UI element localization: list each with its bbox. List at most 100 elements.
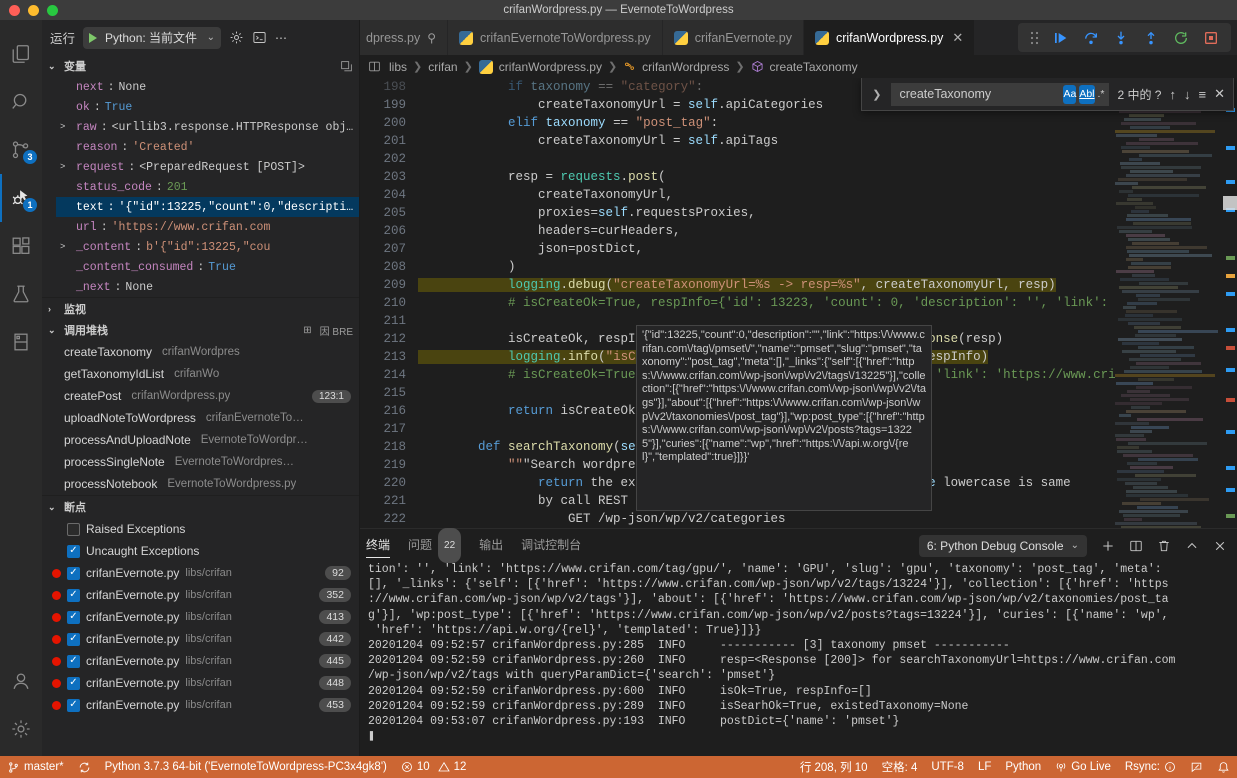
variable-row[interactable]: > _content: b'{"id":13225,"cou (56, 237, 359, 257)
status-branch[interactable]: master* (0, 756, 71, 778)
breakpoint-row[interactable]: crifanEvernote.py libs/crifan 442 (42, 628, 359, 650)
variable-row[interactable]: next: None (56, 77, 359, 97)
status-eol[interactable]: LF (971, 756, 998, 778)
panel-tab[interactable]: 问题 22 (408, 528, 462, 563)
breakpoint-checkbox[interactable] (67, 544, 80, 558)
close-find-icon[interactable]: ✕ (1214, 86, 1225, 102)
code-editor[interactable]: 198 199 200 201 202 203 204 205 206 207 208 209 210 2… (360, 78, 1237, 528)
variable-row[interactable]: _next: None (56, 277, 359, 297)
breadcrumb-item-2[interactable]: crifanWordpress.py (499, 60, 602, 74)
pin-icon[interactable]: ⚲ (427, 31, 436, 45)
variable-row[interactable]: > request: <PreparedRequest [POST]> (56, 157, 359, 177)
open-debug-console-icon[interactable] (252, 30, 267, 45)
chevron-down-icon[interactable]: ⌄ (207, 32, 215, 43)
editor-tab[interactable]: crifanEvernote.py (662, 20, 804, 55)
new-terminal-icon[interactable] (1101, 539, 1115, 553)
callstack-row[interactable]: processAndUploadNote EvernoteToWordpr… (42, 429, 359, 451)
callstack-list[interactable]: createTaxonomy crifanWordpres getTaxonomyI… (42, 341, 359, 495)
match-case-icon[interactable]: Aa (1063, 84, 1077, 104)
drag-handle-icon[interactable] (1030, 31, 1039, 45)
editor-tab[interactable]: dpress.py ⚲ (360, 20, 448, 55)
window-controls[interactable] (0, 4, 58, 16)
breakpoint-row[interactable]: crifanEvernote.py libs/crifan 352 (42, 584, 359, 606)
testing-icon[interactable] (0, 270, 42, 318)
continue-icon[interactable] (1053, 30, 1069, 46)
breakpoint-checkbox[interactable] (67, 588, 80, 602)
breakpoint-row[interactable]: Uncaught Exceptions (42, 540, 359, 562)
expand-twisty-icon[interactable]: > (60, 242, 72, 252)
restart-icon[interactable] (1173, 30, 1189, 46)
search-icon[interactable] (0, 78, 42, 126)
stop-icon[interactable] (1203, 30, 1219, 46)
split-terminal-icon[interactable] (1129, 539, 1143, 553)
start-debug-icon[interactable] (89, 32, 98, 43)
panel-tab[interactable]: 终端 (366, 529, 391, 562)
settings-gear-icon[interactable] (0, 708, 42, 756)
callstack-row[interactable]: createTaxonomy crifanWordpres (42, 341, 359, 363)
callstack-row[interactable]: getTaxonomyIdList crifanWo (42, 363, 359, 385)
toggle-replace-icon[interactable]: ❯ (870, 88, 883, 101)
variable-row[interactable]: text: '{"id":13225,"count":0,"descripti… (56, 197, 359, 217)
breakpoint-checkbox[interactable] (67, 522, 80, 536)
status-language[interactable]: Python (998, 756, 1048, 778)
breakpoint-row[interactable]: Raised Exceptions (42, 518, 359, 540)
terminal-output[interactable]: tion': '', 'link': 'https://www.crifan.c… (360, 562, 1237, 756)
split-editor-icon[interactable] (368, 60, 381, 73)
variables-list[interactable]: next: None ok: True > raw: <urllib3.respons… (42, 77, 359, 297)
whole-word-icon[interactable]: Abl (1079, 84, 1095, 104)
use-regex-icon[interactable]: .* (1098, 85, 1105, 104)
gear-icon[interactable] (229, 30, 244, 45)
editor-scrollbar[interactable] (1223, 78, 1237, 528)
panel-tab[interactable]: 输出 (479, 529, 503, 562)
close-panel-icon[interactable] (1213, 539, 1227, 553)
panel-tab[interactable]: 调试控制台 (521, 529, 581, 562)
variable-row[interactable]: ok: True (56, 97, 359, 117)
breakpoint-row[interactable]: crifanEvernote.py libs/crifan 445 (42, 650, 359, 672)
find-next-icon[interactable]: ↓ (1184, 87, 1191, 102)
scrollbar-thumb[interactable] (1223, 196, 1237, 210)
minimize-window-button[interactable] (28, 4, 39, 16)
callstack-row[interactable]: processNotebook EvernoteToWordpress.py (42, 473, 359, 495)
expand-twisty-icon[interactable]: > (60, 122, 72, 132)
breakpoint-checkbox[interactable] (67, 610, 80, 624)
variables-header[interactable]: ⌄ 变量 (42, 55, 359, 77)
variable-row[interactable]: status_code: 201 (56, 177, 359, 197)
maximize-window-button[interactable] (47, 4, 58, 16)
status-indentation[interactable]: 空格: 4 (875, 756, 925, 778)
status-notifications-icon[interactable] (1210, 756, 1237, 778)
debug-configuration-select[interactable]: Python: 当前文件 ⌄ (83, 26, 222, 49)
breakpoint-checkbox[interactable] (67, 698, 80, 712)
step-over-icon[interactable] (1083, 30, 1099, 46)
find-input-wrapper[interactable]: Aa Abl .* (891, 82, 1110, 106)
breadcrumb-item-4[interactable]: createTaxonomy (770, 60, 858, 74)
run-debug-icon[interactable]: 1 (0, 174, 42, 222)
find-in-selection-icon[interactable]: ≡ (1199, 87, 1207, 102)
breakpoint-row[interactable]: crifanEvernote.py libs/crifan 453 (42, 694, 359, 716)
callstack-row[interactable]: createPost crifanWordpress.py 123:1 (42, 385, 359, 407)
breakpoint-checkbox[interactable] (67, 654, 80, 668)
callstack-row[interactable]: uploadNoteToWordpress crifanEvernoteTo… (42, 407, 359, 429)
breadcrumb-item-1[interactable]: crifan (428, 60, 457, 74)
breadcrumb-item-3[interactable]: crifanWordpress (642, 60, 729, 74)
chevron-down-icon[interactable]: ⌄ (1071, 540, 1079, 551)
breakpoint-row[interactable]: crifanEvernote.py libs/crifan 448 (42, 672, 359, 694)
close-window-button[interactable] (9, 4, 20, 16)
variable-row[interactable]: _content_consumed: True (56, 257, 359, 277)
step-into-icon[interactable] (1113, 30, 1129, 46)
breadcrumb-item-0[interactable]: libs (389, 60, 407, 74)
close-tab-icon[interactable]: ✕ (952, 30, 963, 46)
more-actions-icon[interactable]: ⋯ (275, 31, 287, 45)
find-previous-icon[interactable]: ↑ (1170, 87, 1177, 102)
watch-header[interactable]: › 监视 (42, 297, 359, 319)
status-interpreter[interactable]: Python 3.7.3 64-bit ('EvernoteToWordpres… (98, 756, 394, 778)
breakpoints-list[interactable]: Raised Exceptions Uncaught Exceptions crif… (42, 518, 359, 756)
kill-terminal-icon[interactable] (1157, 539, 1171, 553)
breakpoints-header[interactable]: ⌄ 断点 (42, 496, 359, 518)
step-out-icon[interactable] (1143, 30, 1159, 46)
collapse-all-icon[interactable] (340, 60, 353, 73)
terminal-selector[interactable]: 6: Python Debug Console ⌄ (918, 534, 1087, 557)
callstack-header[interactable]: ⌄ 调用堆栈 ⊞ 因 BRE (42, 319, 359, 341)
expand-twisty-icon[interactable]: > (60, 162, 72, 172)
editor-tab[interactable]: crifanEvernoteToWordpress.py (448, 20, 663, 55)
accounts-icon[interactable] (0, 660, 42, 708)
